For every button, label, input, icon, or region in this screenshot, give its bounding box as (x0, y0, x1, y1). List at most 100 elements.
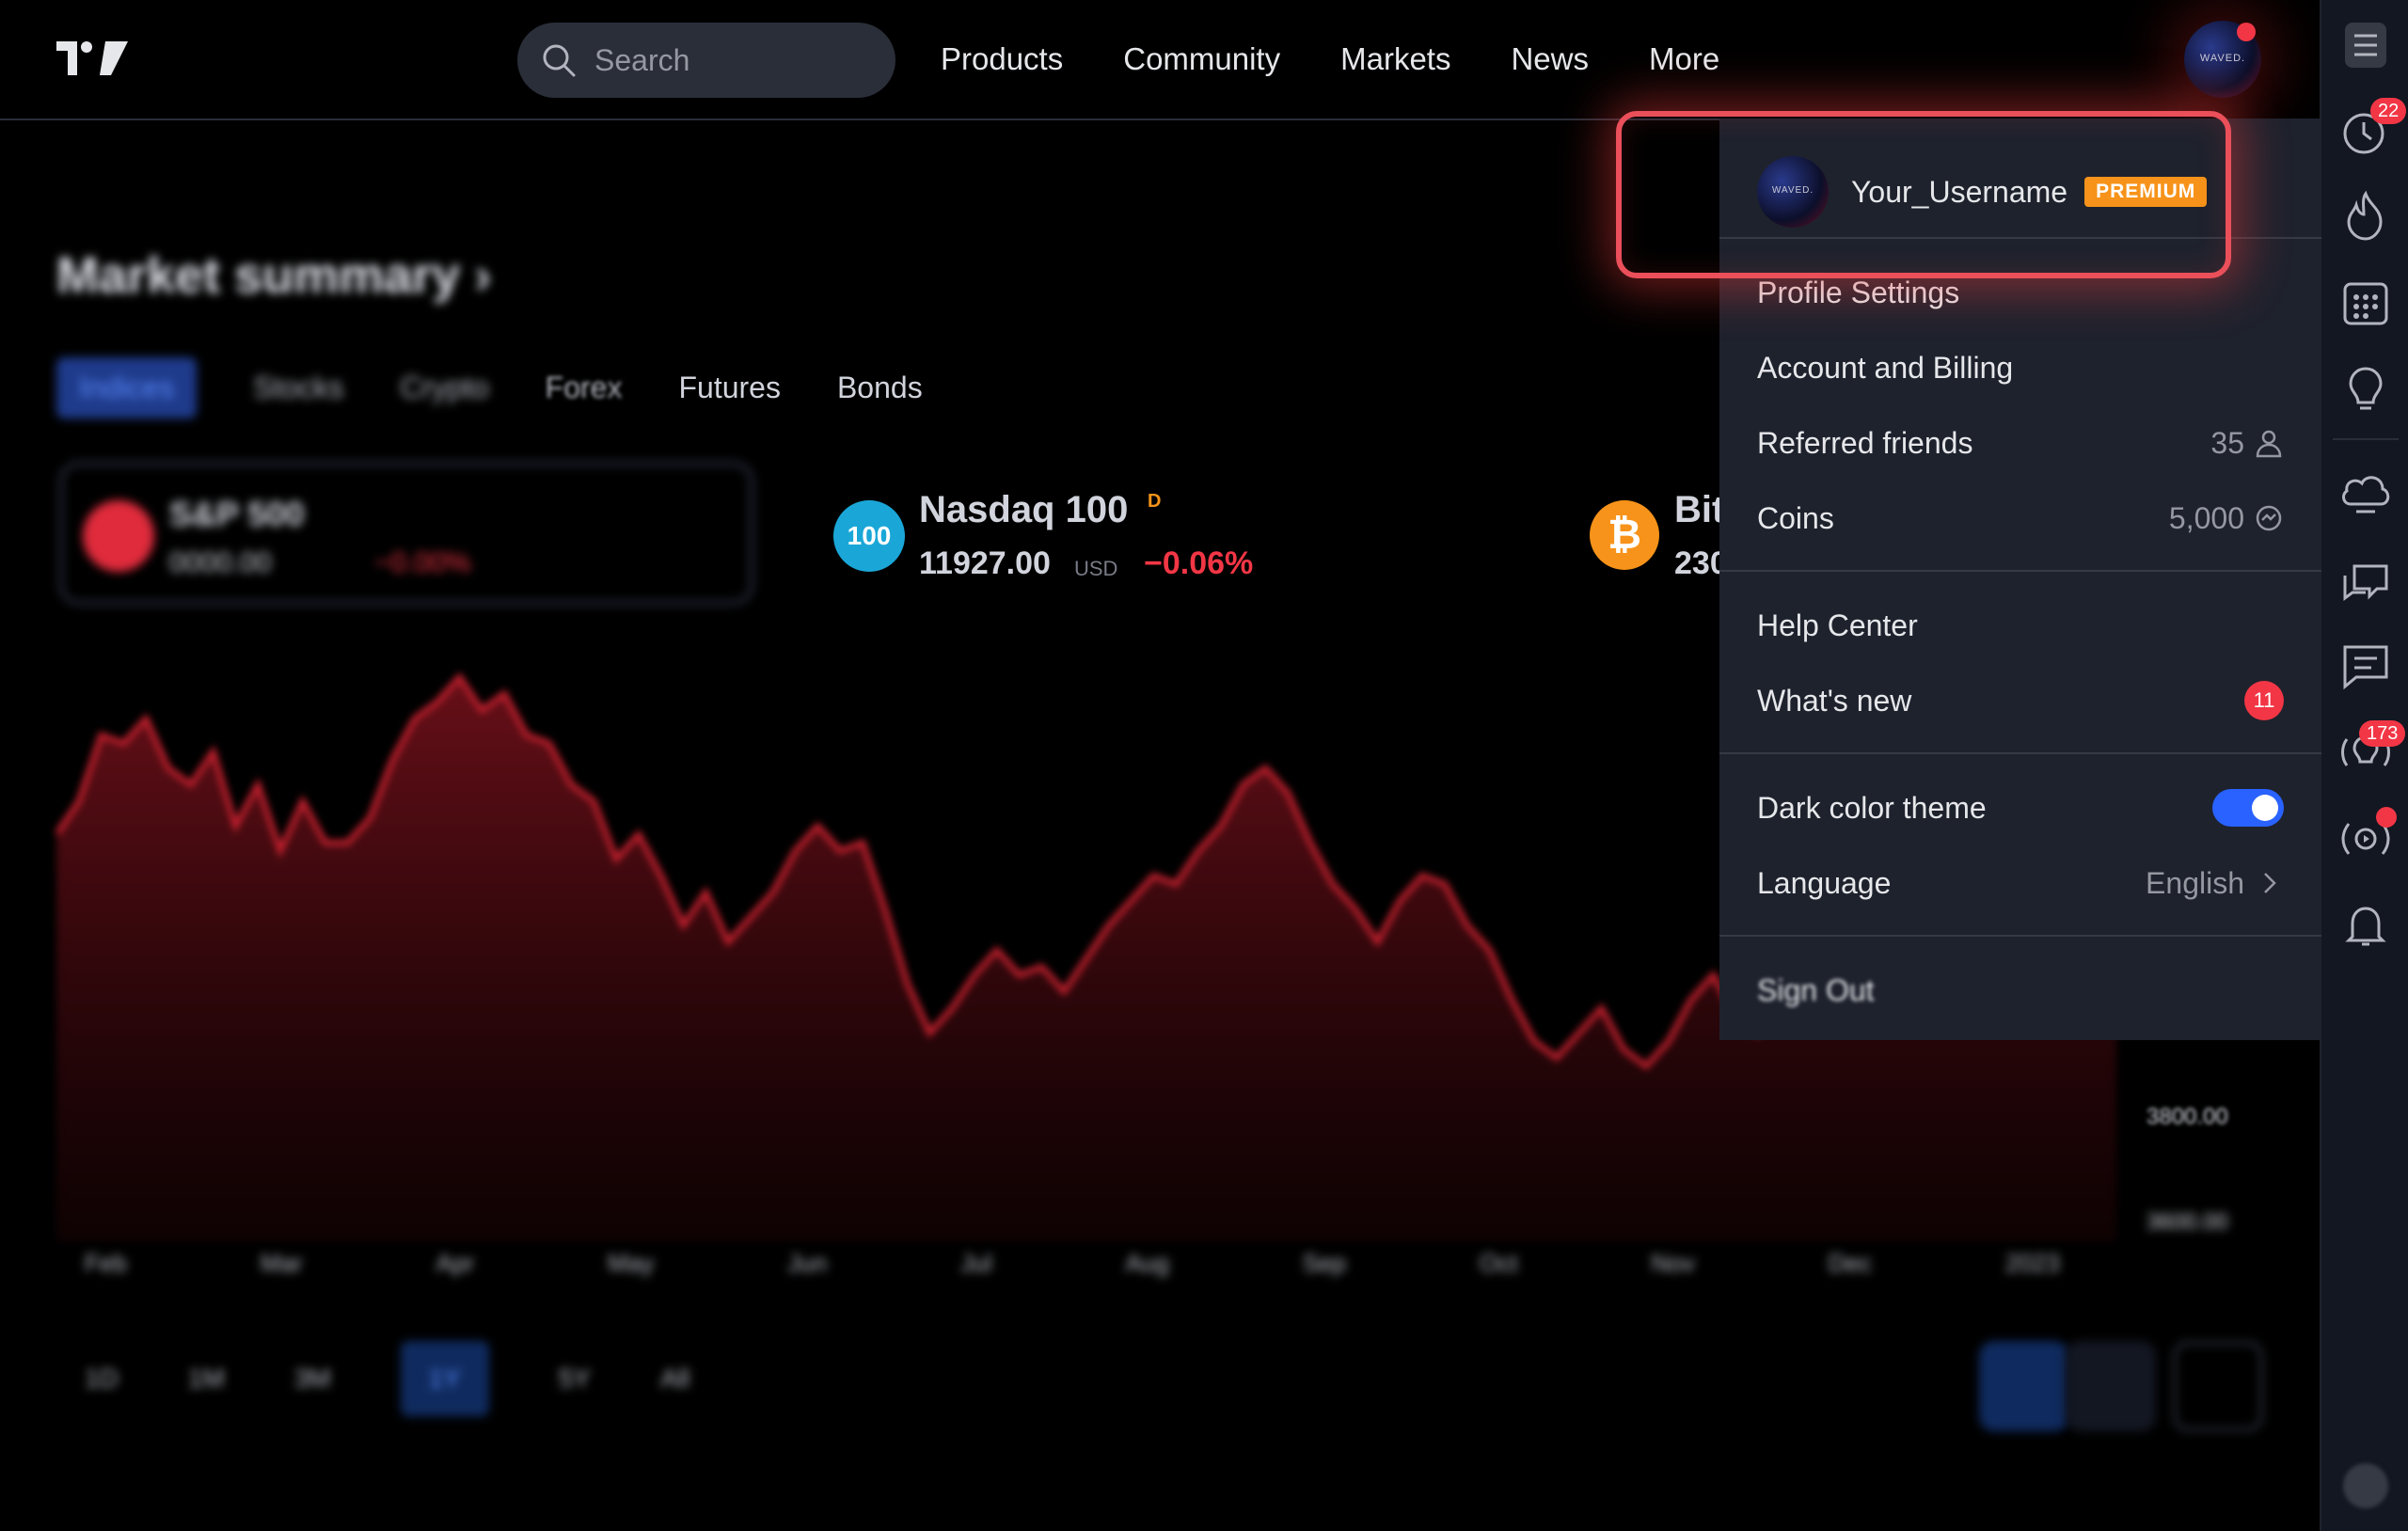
chat-cloud-icon[interactable] (2337, 466, 2394, 523)
watchlist-icon[interactable] (2337, 17, 2394, 73)
alerts-badge: 22 (2370, 98, 2407, 124)
bitcoin-name[interactable]: Bit (1674, 489, 1724, 531)
menu-avatar: WAVED. (1757, 156, 1829, 228)
tab-forex[interactable]: Forex (546, 357, 623, 418)
sp500-icon (83, 500, 154, 572)
menu-divider (1719, 570, 2321, 572)
menu-dark-theme[interactable]: Dark color theme (1757, 775, 2284, 841)
range-1y[interactable]: 1Y (400, 1341, 489, 1416)
month-label: Apr (436, 1249, 475, 1277)
menu-divider (1719, 752, 2321, 754)
help-chat-icon[interactable] (2337, 1458, 2394, 1514)
nav-community[interactable]: Community (1123, 41, 1280, 77)
nav-more[interactable]: More (1649, 41, 1719, 77)
coin-icon (2256, 505, 2282, 531)
nav-markets[interactable]: Markets (1340, 41, 1450, 77)
nasdaq-value: 11927.00 (919, 545, 1051, 581)
market-summary-title[interactable]: Market summary › (56, 246, 491, 305)
price-label: 3600.00 (2147, 1209, 2228, 1235)
coins-count: 5,000 (2168, 500, 2244, 535)
month-label: Feb (85, 1249, 127, 1277)
nasdaq-name[interactable]: Nasdaq 100 (919, 489, 1128, 531)
avatar-logo-text: WAVED. (2199, 53, 2246, 64)
right-toolbar: 22 173 (2320, 0, 2408, 1531)
nasdaq-currency: USD (1074, 557, 1118, 580)
range-selector: 1D 1M 3M 1Y 5Y All (85, 1341, 689, 1416)
hotlists-flame-icon[interactable] (2337, 188, 2394, 245)
dark-theme-toggle[interactable] (2212, 789, 2284, 827)
menu-account-billing[interactable]: Account and Billing (1757, 335, 2284, 401)
nasdaq-icon: 100 (833, 500, 905, 572)
menu-coins[interactable]: Coins 5,000 (1757, 485, 2284, 551)
menu-username: Your_Username (1851, 174, 2068, 209)
tab-indices[interactable]: Indices (56, 356, 198, 418)
tab-futures[interactable]: Futures (678, 357, 780, 418)
price-label: 3800.00 (2147, 1104, 2228, 1129)
toolbar-divider (2333, 438, 2399, 440)
premium-badge: PREMIUM (2084, 177, 2208, 207)
range-all[interactable]: All (660, 1364, 689, 1394)
calendar-icon[interactable] (2337, 275, 2394, 331)
menu-divider (1719, 935, 2321, 937)
month-label: 2023 (2005, 1249, 2060, 1277)
range-5y[interactable]: 5Y (559, 1364, 591, 1394)
chevron-right-icon (2264, 873, 2276, 893)
menu-language[interactable]: Language English (1757, 850, 2284, 916)
top-header: Products Community Markets News More WAV… (0, 0, 2320, 120)
ideas-badge: 173 (2359, 720, 2406, 747)
sp500-value: 0000.00 (169, 547, 272, 578)
notifications-bell-icon[interactable] (2337, 897, 2394, 954)
live-dot (2376, 807, 2397, 828)
nasdaq-change: −0.06% (1144, 545, 1254, 581)
menu-divider (1719, 237, 2321, 239)
month-label: Dec (1828, 1249, 1872, 1277)
month-label: Jul (960, 1249, 992, 1277)
month-label: Nov (1651, 1249, 1695, 1277)
sp500-change: −0.00% (374, 547, 471, 578)
range-1m[interactable]: 1M (188, 1364, 225, 1394)
market-tabs: Indices Stocks Crypto Forex Futures Bond… (56, 354, 979, 421)
month-label: Sep (1302, 1249, 1346, 1277)
range-3m[interactable]: 3M (294, 1364, 331, 1394)
search-icon (543, 44, 576, 77)
sp500-card[interactable]: S&P 500 0000.00 −0.00% (58, 461, 754, 606)
menu-whats-new[interactable]: What's new 11 (1757, 668, 2284, 734)
tab-crypto[interactable]: Crypto (400, 357, 488, 418)
lightbulb-icon[interactable] (2337, 361, 2394, 418)
month-label: May (608, 1249, 655, 1277)
menu-sign-out[interactable]: Sign Out (1757, 957, 2284, 1023)
month-label: Jun (787, 1249, 828, 1277)
sp500-name: S&P 500 (169, 495, 305, 533)
range-1d[interactable]: 1D (85, 1364, 119, 1394)
user-avatar-button[interactable]: WAVED. (2184, 21, 2261, 98)
messages-icon[interactable] (2337, 553, 2394, 609)
nasdaq-delay-marker: D (1148, 491, 1162, 512)
chat-lines-icon[interactable] (2337, 638, 2394, 694)
month-label: Oct (1480, 1249, 1518, 1277)
search-box[interactable] (517, 23, 895, 98)
notification-dot (2237, 23, 2256, 41)
time-axis: Feb Mar Apr May Jun Jul Aug Sep Oct Nov … (85, 1249, 2060, 1278)
month-label: Aug (1125, 1249, 1169, 1277)
replay-button[interactable] (2066, 1341, 2156, 1431)
language-value: English (2146, 865, 2244, 900)
whats-new-badge: 11 (2244, 681, 2284, 720)
menu-profile-settings[interactable]: Profile Settings (1757, 260, 2284, 325)
main-nav: Products Community Markets News More (941, 41, 1719, 77)
fullscreen-button[interactable] (2173, 1341, 2263, 1431)
tradingview-logo[interactable] (56, 38, 128, 79)
tab-stocks[interactable]: Stocks (253, 357, 343, 418)
month-label: Mar (260, 1249, 303, 1277)
nav-products[interactable]: Products (941, 41, 1063, 77)
bitcoin-icon: ₿ (1590, 500, 1659, 570)
tab-bonds[interactable]: Bonds (837, 357, 923, 418)
menu-referred-friends[interactable]: Referred friends 35 (1757, 410, 2284, 476)
nav-news[interactable]: News (1511, 41, 1589, 77)
search-input[interactable] (594, 42, 877, 78)
menu-help-center[interactable]: Help Center (1757, 592, 2284, 658)
menu-user-header[interactable]: WAVED. Your_Username PREMIUM (1757, 154, 2208, 229)
chart-type-button[interactable] (1979, 1341, 2069, 1431)
referred-count: 35 (2210, 425, 2244, 460)
user-menu-dropdown: WAVED. Your_Username PREMIUM Profile Set… (1719, 118, 2321, 1040)
person-icon (2256, 430, 2282, 458)
